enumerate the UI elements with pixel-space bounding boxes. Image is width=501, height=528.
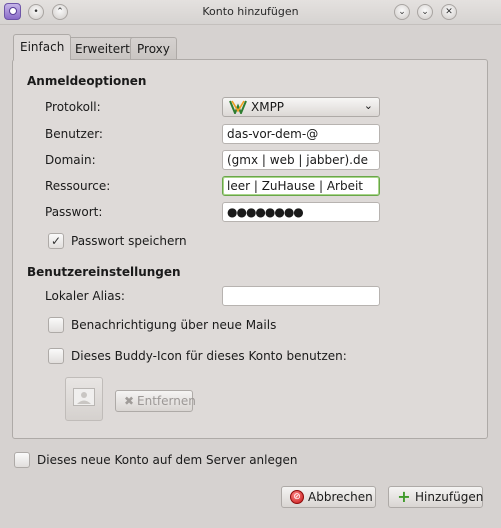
checkmark-icon: ✓ <box>50 234 62 248</box>
add-button[interactable]: + Hinzufügen <box>388 486 483 508</box>
tab-einfach[interactable]: Einfach <box>13 34 72 60</box>
chevron-down-icon: ⌄ <box>363 99 373 112</box>
notify-mail-checkbox[interactable] <box>48 317 64 333</box>
alias-field[interactable] <box>222 286 380 306</box>
protocol-select[interactable]: XMPP ⌄ <box>222 97 380 117</box>
tab-einfach-label: Einfach <box>20 40 65 54</box>
cancel-button[interactable]: ⊘ Abbrechen <box>281 486 376 508</box>
remove-icon: ✖ <box>123 394 135 408</box>
protocol-value: XMPP <box>251 100 285 114</box>
maximize-icon[interactable]: ⌄ <box>417 4 433 20</box>
tab-erweitert-label: Erweitert <box>75 42 130 56</box>
cancel-icon: ⊘ <box>290 490 304 504</box>
user-settings-heading: Benutzereinstellungen <box>27 265 181 279</box>
tab-proxy-label: Proxy <box>137 42 170 56</box>
resource-label: Ressource: <box>45 179 111 193</box>
remember-password-checkbox[interactable]: ✓ <box>48 233 64 249</box>
create-on-server-label: Dieses neue Konto auf dem Server anlegen <box>37 453 298 467</box>
buddy-icon-checkbox[interactable] <box>48 348 64 364</box>
user-label: Benutzer: <box>45 127 103 141</box>
notify-mail-label: Benachrichtigung über neue Mails <box>71 318 277 332</box>
plus-icon: + <box>397 487 411 506</box>
create-on-server-checkbox[interactable] <box>14 452 30 468</box>
buddy-icon-button[interactable] <box>65 377 103 421</box>
alias-label: Lokaler Alias: <box>45 289 125 303</box>
tab-erweitert[interactable]: Erweitert <box>68 37 137 59</box>
login-options-heading: Anmeldeoptionen <box>27 74 147 88</box>
password-field[interactable]: ●●●●●●●● <box>222 202 380 222</box>
domain-label: Domain: <box>45 153 96 167</box>
image-placeholder-icon <box>73 388 95 406</box>
domain-field[interactable]: (gmx | web | jabber).de <box>222 150 380 170</box>
tab-proxy[interactable]: Proxy <box>130 37 177 59</box>
cancel-label: Abbrechen <box>308 490 373 504</box>
remove-label: Entfernen <box>137 394 196 408</box>
remember-password-label: Passwort speichern <box>71 234 187 248</box>
title-bar: • ⌃ Konto hinzufügen ⌄ ⌄ ✕ <box>0 0 501 25</box>
close-icon[interactable]: ✕ <box>441 4 457 20</box>
xmpp-icon <box>229 100 247 114</box>
add-label: Hinzufügen <box>415 490 484 504</box>
remove-icon-button[interactable]: ✖ Entfernen <box>115 390 196 412</box>
protocol-label: Protokoll: <box>45 100 101 114</box>
buddy-icon-label: Dieses Buddy-Icon für dieses Konto benut… <box>71 349 347 363</box>
user-field[interactable]: das-vor-dem-@ <box>222 124 380 144</box>
minimize-icon[interactable]: ⌄ <box>394 4 410 20</box>
password-label: Passwort: <box>45 205 103 219</box>
resource-field[interactable]: leer | ZuHause | Arbeit <box>222 176 380 196</box>
